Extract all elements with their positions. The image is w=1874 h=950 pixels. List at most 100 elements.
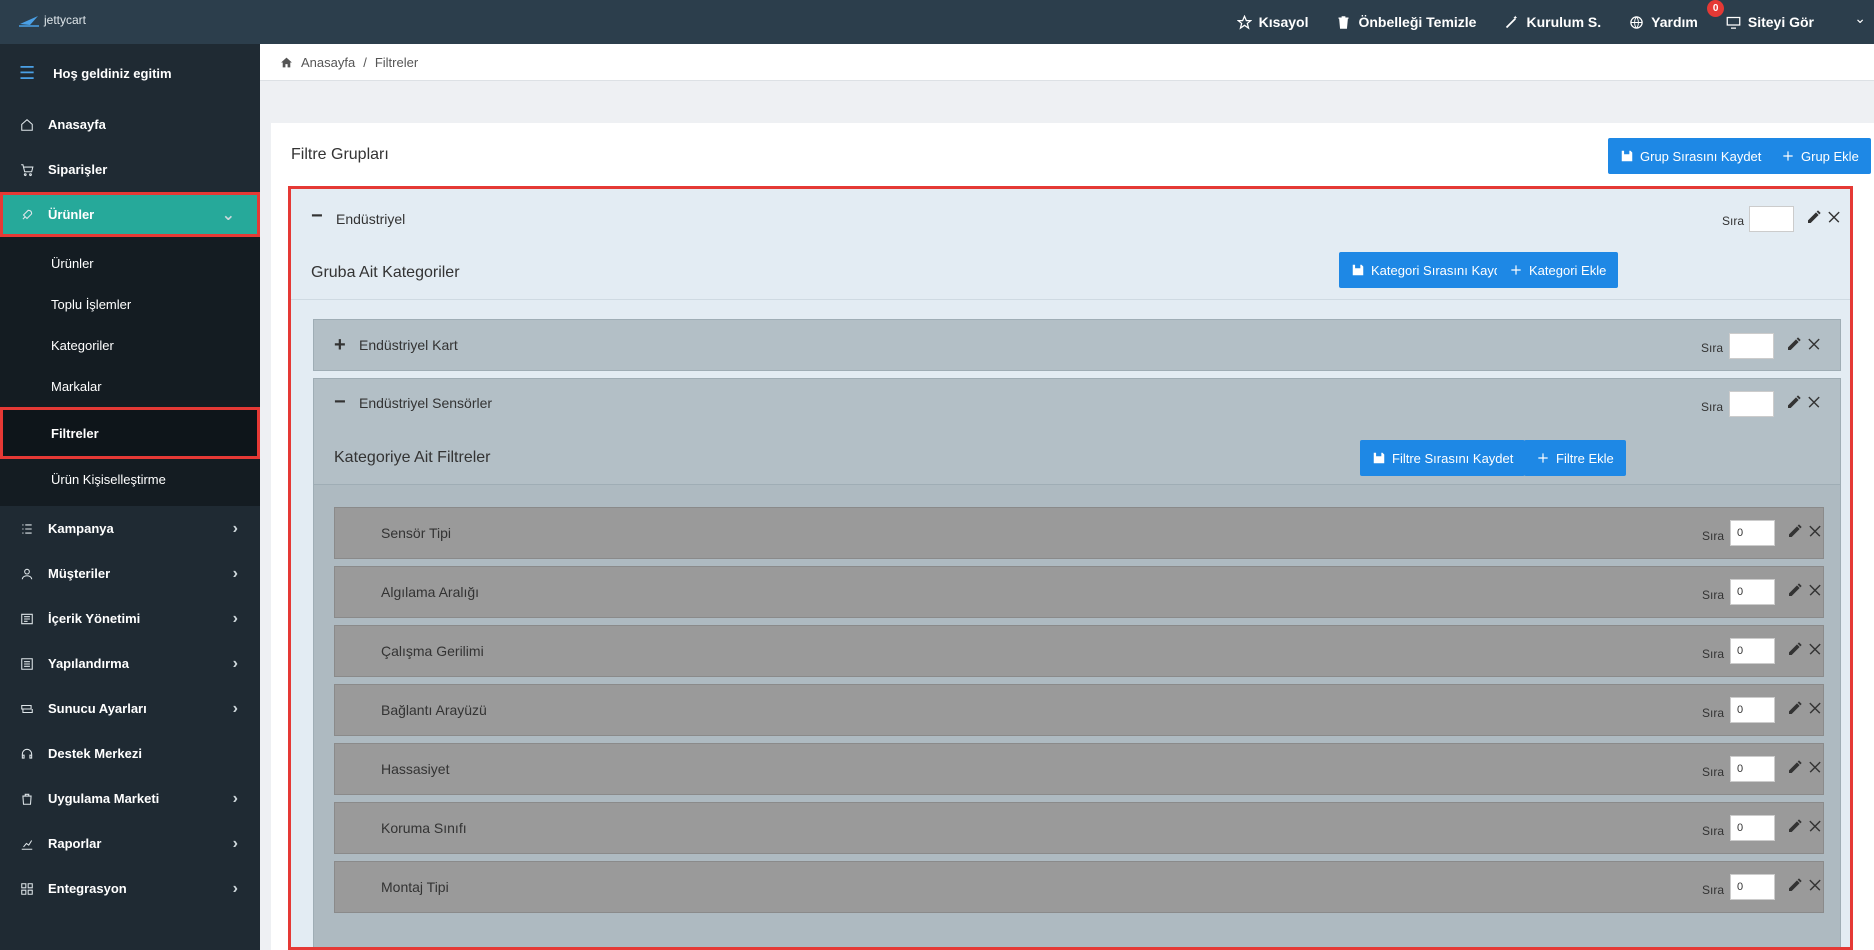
collapse-icon[interactable]: − bbox=[334, 391, 346, 414]
sidebar-item-uygulama-marketi[interactable]: Uygulama Marketi › bbox=[0, 776, 260, 821]
headset-icon bbox=[20, 747, 48, 761]
close-icon[interactable] bbox=[1807, 700, 1823, 716]
clear-cache-button[interactable]: Önbelleği Temizle bbox=[1336, 14, 1476, 30]
sira-label: Sıra bbox=[1702, 529, 1725, 543]
sidebar-item-destek-merkezi[interactable]: Destek Merkezi bbox=[0, 731, 260, 776]
edit-icon[interactable] bbox=[1806, 209, 1822, 225]
sidebar-item-kampanya[interactable]: Kampanya › bbox=[0, 506, 260, 551]
edit-icon[interactable] bbox=[1787, 523, 1803, 539]
setup-button[interactable]: Kurulum S. bbox=[1504, 14, 1601, 30]
sidebar-item-urunler[interactable]: Ürünler ⌄ bbox=[0, 192, 260, 237]
sidebar-item-entegrasyon[interactable]: Entegrasyon › bbox=[0, 866, 260, 911]
close-icon[interactable] bbox=[1806, 336, 1822, 352]
category-row-expanded: − Endüstriyel Sensörler Sıra Kategoriye … bbox=[313, 378, 1841, 947]
welcome-text: Hoş geldiniz egitim bbox=[53, 65, 172, 81]
expand-icon[interactable]: + bbox=[334, 334, 346, 357]
edit-icon[interactable] bbox=[1786, 336, 1802, 352]
add-filter-button[interactable]: Filtre Ekle bbox=[1524, 440, 1626, 476]
filter-sira-input[interactable]: 0 bbox=[1730, 874, 1775, 900]
chevron-down-icon[interactable]: ⌄ bbox=[1854, 10, 1866, 27]
submenu-item-markalar[interactable]: Markalar bbox=[0, 366, 260, 407]
logo[interactable]: jettycart bbox=[18, 12, 86, 28]
category-sira-input[interactable] bbox=[1729, 333, 1774, 359]
category-sira-input[interactable] bbox=[1729, 391, 1774, 417]
breadcrumb-home[interactable]: Anasayfa bbox=[301, 55, 355, 70]
shortcut-button[interactable]: Kısayol bbox=[1236, 14, 1308, 30]
edit-icon[interactable] bbox=[1787, 877, 1803, 893]
divider bbox=[291, 299, 1850, 300]
close-icon[interactable] bbox=[1807, 877, 1823, 893]
save-icon bbox=[1373, 452, 1385, 464]
close-icon[interactable] bbox=[1807, 523, 1823, 539]
submenu-item-urunler[interactable]: Ürünler bbox=[0, 243, 260, 284]
group-sira-input[interactable] bbox=[1749, 206, 1794, 232]
view-site-button[interactable]: Siteyi Gör bbox=[1726, 14, 1814, 30]
edit-icon[interactable] bbox=[1787, 818, 1803, 834]
close-icon[interactable] bbox=[1826, 209, 1842, 225]
chevron-right-icon: › bbox=[232, 879, 238, 897]
filter-sira-input[interactable]: 0 bbox=[1730, 638, 1775, 664]
add-category-button[interactable]: Kategori Ekle bbox=[1497, 252, 1619, 288]
filter-sira-input[interactable]: 0 bbox=[1730, 756, 1775, 782]
sidebar-item-label: Müşteriler bbox=[48, 566, 111, 581]
plus-icon bbox=[1511, 265, 1521, 275]
filter-name: Koruma Sınıfı bbox=[381, 820, 467, 836]
close-icon[interactable] bbox=[1807, 818, 1823, 834]
close-icon[interactable] bbox=[1807, 641, 1823, 657]
submenu-item-kategoriler[interactable]: Kategoriler bbox=[0, 325, 260, 366]
help-label: Yardım bbox=[1651, 14, 1698, 30]
home-icon[interactable] bbox=[280, 56, 293, 69]
save-category-order-label: Kategori Sırasını Kaydet bbox=[1371, 262, 1512, 278]
collapse-icon[interactable]: − bbox=[311, 205, 323, 228]
filter-row: Bağlantı Arayüzü Sıra 0 bbox=[334, 684, 1824, 736]
add-group-button[interactable]: Grup Ekle bbox=[1769, 138, 1871, 174]
sidebar-item-sunucu-ayarlari[interactable]: Sunucu Ayarları › bbox=[0, 686, 260, 731]
filter-sira-input[interactable]: 0 bbox=[1730, 815, 1775, 841]
sidebar-welcome: ☰ Hoş geldiniz egitim bbox=[0, 44, 260, 102]
list-icon bbox=[20, 522, 48, 536]
logo-text: jettycart bbox=[44, 13, 87, 27]
trash-icon bbox=[1338, 15, 1349, 29]
help-button[interactable]: Yardım 0 bbox=[1629, 0, 1725, 30]
save-group-order-button[interactable]: Grup Sırasını Kaydet bbox=[1608, 138, 1774, 174]
close-icon[interactable] bbox=[1806, 394, 1822, 410]
edit-icon[interactable] bbox=[1787, 582, 1803, 598]
sidebar-item-anasayfa[interactable]: Anasayfa bbox=[0, 102, 260, 147]
filter-sira-input[interactable]: 0 bbox=[1730, 579, 1775, 605]
edit-icon[interactable] bbox=[1787, 641, 1803, 657]
sidebar-item-icerik-yonetimi[interactable]: İçerik Yönetimi › bbox=[0, 596, 260, 641]
sidebar-item-siparisler[interactable]: Siparişler bbox=[0, 147, 260, 192]
plus-icon bbox=[1783, 151, 1793, 161]
sidebar-item-raporlar[interactable]: Raporlar › bbox=[0, 821, 260, 866]
sidebar-item-label: Sunucu Ayarları bbox=[48, 701, 147, 716]
save-icon bbox=[1621, 150, 1633, 162]
edit-icon[interactable] bbox=[1786, 394, 1802, 410]
breadcrumb-current: Filtreler bbox=[374, 54, 419, 70]
submenu-item-filtreler[interactable]: Filtreler bbox=[0, 407, 260, 459]
sira-label: Sıra bbox=[1702, 883, 1725, 897]
submenu-item-toplu-islemler[interactable]: Toplu İşlemler bbox=[0, 284, 260, 325]
sidebar-item-yapilandirma[interactable]: Yapılandırma › bbox=[0, 641, 260, 686]
breadcrumb-separator: / bbox=[363, 54, 367, 70]
close-icon[interactable] bbox=[1807, 582, 1823, 598]
edit-icon[interactable] bbox=[1787, 759, 1803, 775]
sidebar-item-musteriler[interactable]: Müşteriler › bbox=[0, 551, 260, 596]
sira-label: Sıra bbox=[1702, 647, 1725, 661]
config-icon bbox=[20, 657, 48, 671]
submenu-item-urun-kisisellestirme[interactable]: Ürün Kişiselleştirme bbox=[0, 459, 260, 500]
category-row: + Endüstriyel Kart Sıra bbox=[313, 319, 1841, 371]
chevron-right-icon: › bbox=[232, 564, 238, 582]
close-icon[interactable] bbox=[1807, 759, 1823, 775]
filter-sira-input[interactable]: 0 bbox=[1730, 697, 1775, 723]
rocket-icon bbox=[20, 208, 48, 222]
sidebar-item-label: Destek Merkezi bbox=[48, 746, 142, 761]
sira-label: Sıra bbox=[1702, 824, 1725, 838]
edit-icon[interactable] bbox=[1787, 700, 1803, 716]
view-site-label: Siteyi Gör bbox=[1747, 14, 1814, 30]
breadcrumb: Anasayfa / Filtreler bbox=[260, 44, 1874, 81]
chevron-right-icon: › bbox=[232, 834, 238, 852]
chevron-right-icon: › bbox=[232, 699, 238, 717]
filter-sira-input[interactable]: 0 bbox=[1730, 520, 1775, 546]
save-filter-order-button[interactable]: Filtre Sırasını Kaydet bbox=[1360, 440, 1526, 476]
menu-icon[interactable]: ☰ bbox=[19, 63, 35, 84]
